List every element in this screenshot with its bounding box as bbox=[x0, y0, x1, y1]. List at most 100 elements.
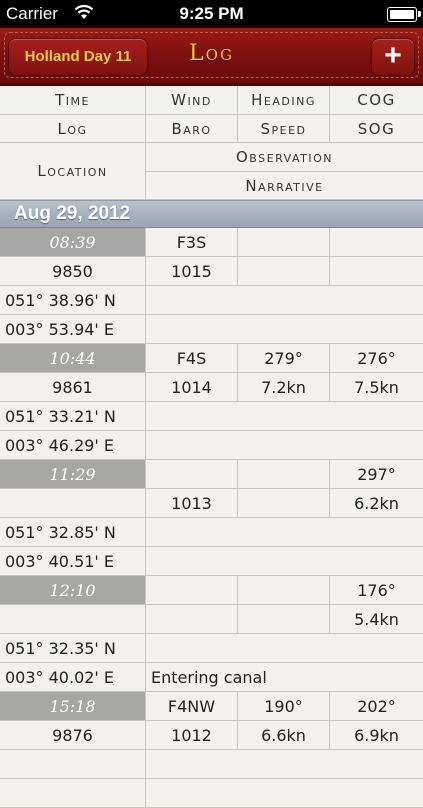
header-cog: COG bbox=[330, 86, 423, 115]
entry-sog: 6.9kn bbox=[354, 725, 399, 745]
header-sog: SOG bbox=[330, 115, 423, 143]
table-row[interactable]: 003° 40.02' E Entering canal bbox=[0, 663, 423, 692]
table-row[interactable]: 15:18 F4NW 190° 202° bbox=[0, 692, 423, 721]
entry-log bbox=[0, 605, 146, 633]
entry-heading bbox=[238, 460, 330, 488]
entry-longitude: 003° 53.94' E bbox=[0, 315, 146, 343]
header-wind: Wind bbox=[146, 86, 238, 115]
entry-speed: 7.2kn bbox=[238, 373, 330, 401]
entry-observation bbox=[146, 518, 423, 546]
back-button[interactable]: Holland Day 11 bbox=[8, 38, 148, 76]
entry-log: 9876 bbox=[0, 721, 146, 749]
column-header: Time Wind Heading COG Log Baro Speed SOG… bbox=[0, 86, 423, 200]
entry-latitude: 051° 38.96' N bbox=[0, 286, 146, 314]
entry-observation bbox=[146, 402, 423, 430]
entry-narrative bbox=[146, 547, 423, 575]
header-observation: Observation bbox=[146, 143, 423, 172]
entry-log: 9850 bbox=[0, 257, 146, 285]
entry-baro: 1012 bbox=[146, 721, 238, 749]
entry-wind: F4S bbox=[146, 344, 238, 372]
entry-narrative bbox=[146, 431, 423, 459]
entry-observation bbox=[146, 634, 423, 662]
entry-heading: 279° bbox=[238, 344, 330, 372]
entry-wind: F4NW bbox=[146, 692, 238, 720]
page-title: Log bbox=[189, 41, 234, 66]
entry-cog: 202° bbox=[357, 696, 396, 716]
table-row[interactable]: 003° 46.29' E bbox=[0, 431, 423, 460]
table-row[interactable] bbox=[0, 779, 423, 808]
entry-heading: 190° bbox=[238, 692, 330, 720]
entry-heading bbox=[238, 576, 330, 604]
entry-cog: 297° bbox=[357, 464, 396, 484]
entry-cog: 276° bbox=[357, 348, 396, 368]
entry-speed: 6.6kn bbox=[238, 721, 330, 749]
battery-icon bbox=[387, 7, 421, 22]
date-section-header: Aug 29, 2012 bbox=[0, 200, 423, 228]
entry-wind bbox=[146, 460, 238, 488]
table-row[interactable]: 051° 38.96' N bbox=[0, 286, 423, 315]
entry-wind bbox=[146, 576, 238, 604]
entry-latitude: 051° 32.35' N bbox=[0, 634, 146, 662]
table-row[interactable]: 051° 32.85' N bbox=[0, 518, 423, 547]
entry-log: 9861 bbox=[0, 373, 146, 401]
entry-speed bbox=[238, 257, 330, 285]
entry-narrative bbox=[146, 779, 423, 807]
entry-narrative: Entering canal bbox=[151, 667, 267, 687]
entry-observation bbox=[146, 750, 423, 778]
entry-heading bbox=[238, 228, 330, 256]
entry-speed bbox=[238, 605, 330, 633]
header-log: Log bbox=[0, 115, 146, 143]
table-row[interactable]: 003° 40.51' E bbox=[0, 547, 423, 576]
entry-time: 10:44 bbox=[0, 344, 146, 372]
header-narrative: Narrative bbox=[146, 172, 423, 200]
entry-time: 11:29 bbox=[0, 460, 146, 488]
entry-cog bbox=[330, 228, 423, 256]
entry-baro: 1015 bbox=[146, 257, 238, 285]
entry-longitude: 003° 46.29' E bbox=[0, 431, 146, 459]
header-location: Location bbox=[0, 143, 146, 200]
entry-cog: 176° bbox=[357, 580, 396, 600]
entry-time: 08:39 bbox=[0, 228, 146, 256]
table-row[interactable]: 1013 6.2kn bbox=[0, 489, 423, 518]
table-row[interactable] bbox=[0, 750, 423, 779]
entry-time: 12:10 bbox=[0, 576, 146, 604]
section-date: Aug 29, 2012 bbox=[14, 203, 131, 224]
table-row[interactable]: 051° 33.21' N bbox=[0, 402, 423, 431]
entry-sog bbox=[330, 257, 423, 285]
entry-observation bbox=[146, 286, 423, 314]
entry-sog: 6.2kn bbox=[354, 493, 399, 513]
entry-sog: 5.4kn bbox=[354, 609, 399, 629]
status-bar: Carrier 9:25 PM bbox=[0, 0, 423, 28]
entry-longitude: 003° 40.51' E bbox=[0, 547, 146, 575]
entry-time: 15:18 bbox=[0, 692, 146, 720]
entry-baro bbox=[146, 605, 238, 633]
table-row[interactable]: 10:44 F4S 279° 276° bbox=[0, 344, 423, 373]
header-speed: Speed bbox=[238, 115, 330, 143]
table-row[interactable]: 12:10 176° bbox=[0, 576, 423, 605]
header-time: Time bbox=[0, 86, 146, 115]
table-row[interactable]: 051° 32.35' N bbox=[0, 634, 423, 663]
entry-speed bbox=[238, 489, 330, 517]
log-entries: 08:39 F3S 9850 1015 051° 38.96' N 003° 53.94'… bbox=[0, 228, 423, 808]
add-entry-button[interactable]: + bbox=[371, 38, 415, 76]
header-heading: Heading bbox=[238, 86, 330, 115]
entry-latitude: 051° 33.21' N bbox=[0, 402, 146, 430]
navigation-bar: Holland Day 11 Log + bbox=[0, 28, 423, 86]
table-row[interactable]: 9861 1014 7.2kn 7.5kn bbox=[0, 373, 423, 402]
entry-log bbox=[0, 489, 146, 517]
table-row[interactable]: 003° 53.94' E bbox=[0, 315, 423, 344]
entry-latitude: 051° 32.85' N bbox=[0, 518, 146, 546]
entry-baro: 1013 bbox=[146, 489, 238, 517]
table-row[interactable]: 9850 1015 bbox=[0, 257, 423, 286]
entry-longitude: 003° 40.02' E bbox=[0, 663, 146, 691]
entry-wind: F3S bbox=[146, 228, 238, 256]
table-row[interactable]: 11:29 297° bbox=[0, 460, 423, 489]
entry-sog: 7.5kn bbox=[354, 377, 399, 397]
entry-baro: 1014 bbox=[146, 373, 238, 401]
entry-longitude bbox=[0, 779, 146, 807]
table-row[interactable]: 5.4kn bbox=[0, 605, 423, 634]
table-row[interactable]: 9876 1012 6.6kn 6.9kn bbox=[0, 721, 423, 750]
header-baro: Baro bbox=[146, 115, 238, 143]
entry-latitude bbox=[0, 750, 146, 778]
table-row[interactable]: 08:39 F3S bbox=[0, 228, 423, 257]
